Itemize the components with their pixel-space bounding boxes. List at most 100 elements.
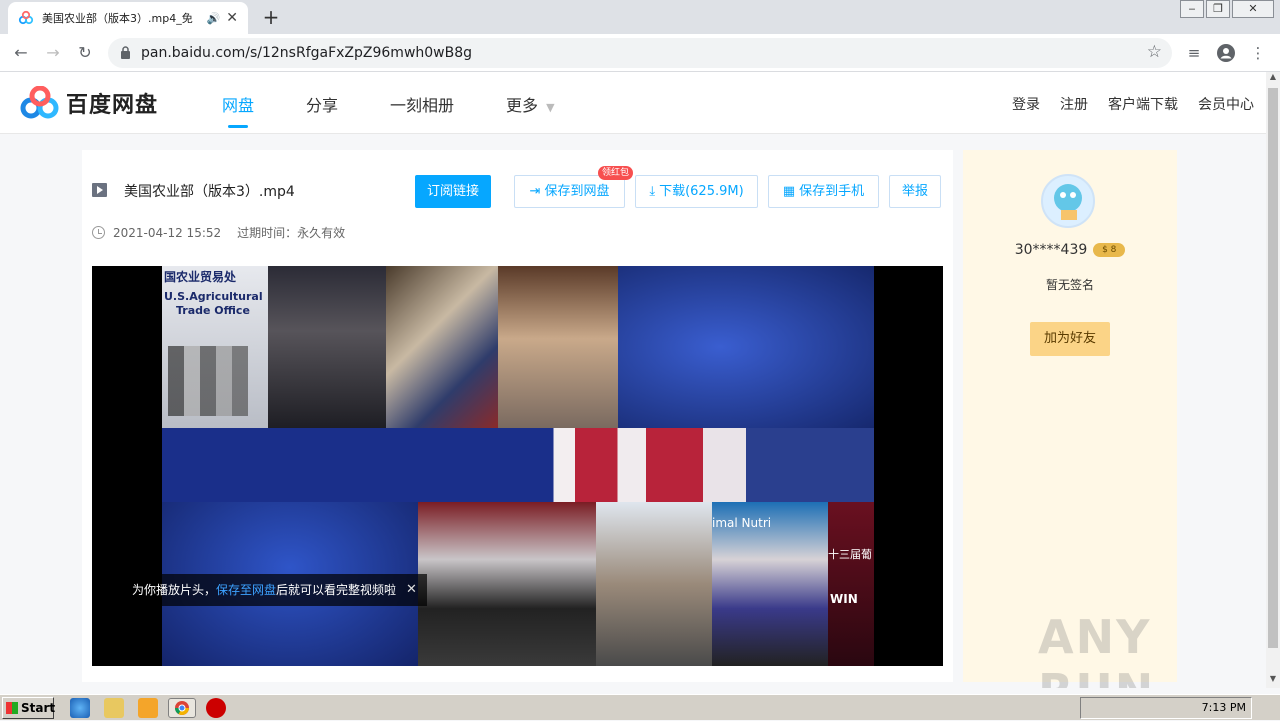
clock-icon	[92, 226, 105, 239]
file-meta: 2021-04-12 15:52 过期时间：永久有效	[92, 224, 345, 241]
overlay-text-2: Trade Office	[176, 304, 250, 317]
report-button[interactable]: 举报	[889, 175, 941, 208]
preview-toast: 为你播放片头， 保存至网盘 后就可以看完整视频啦 ✕	[122, 574, 427, 606]
share-date: 2021-04-12 15:52	[113, 225, 222, 240]
overlay-text-4: 十三届葡	[828, 548, 872, 561]
qr-code-icon: ▦	[782, 184, 796, 199]
tab-close-icon[interactable]: ✕	[226, 10, 238, 26]
nav-item-share[interactable]: 分享	[306, 92, 338, 116]
expiry-text: 过期时间：永久有效	[237, 226, 346, 240]
photo-wine-expo: 十三届葡 WIN	[828, 502, 874, 666]
sharer-name-text: 30****439	[1014, 242, 1088, 258]
subscribe-link-button[interactable]: 订阅链接	[415, 175, 491, 208]
tab-title: 美国农业部（版本3）.mp4_免	[42, 12, 193, 25]
save-to-disk-label: 保存到网盘	[544, 184, 610, 199]
forward-arrow-icon[interactable]: →	[40, 40, 66, 66]
client-download-link[interactable]: 客户端下载	[1108, 94, 1178, 114]
media-control-icon[interactable]: ≡	[1182, 40, 1206, 66]
back-arrow-icon[interactable]: ←	[8, 40, 34, 66]
photo-booth	[596, 502, 712, 666]
url-text: pan.baidu.com/s/12nsRfgaFxZpZ96mwh0wB8g	[141, 45, 473, 61]
download-label: 下载(625.9M)	[659, 184, 744, 199]
security-app-icon[interactable]	[206, 698, 226, 718]
window-close-button[interactable]: ✕	[1232, 0, 1274, 18]
photo-trade-office: 国农业贸易处 U.S.Agricultural Trade Office	[162, 266, 268, 428]
download-button[interactable]: ⤓ 下载(625.9M)	[635, 175, 758, 208]
baidu-pan-logo-icon	[20, 86, 59, 119]
nav-item-more[interactable]: 更多 ▼	[506, 92, 554, 116]
window-controls: ‒ ❐ ✕	[1178, 0, 1274, 18]
scroll-down-icon[interactable]: ▼	[1266, 674, 1280, 688]
add-friend-button[interactable]: 加为好友	[1030, 322, 1110, 356]
tab-strip: 美国农业部（版本3）.mp4_免 🔊 ✕ + ‒ ❐ ✕	[0, 0, 1280, 34]
register-link[interactable]: 注册	[1060, 94, 1088, 114]
video-player[interactable]: 国农业贸易处 U.S.Agricultural Trade Office ima…	[92, 266, 943, 666]
share-file-card: 美国农业部（版本3）.mp4 订阅链接 ⇥ 保存到网盘 领红包 ⤓ 下载(625.9…	[82, 150, 953, 682]
chevron-down-icon: ▼	[546, 101, 555, 114]
photo-group-2	[386, 266, 498, 428]
browser-tab[interactable]: 美国农业部（版本3）.mp4_免 🔊 ✕	[8, 2, 248, 34]
save-to-phone-button[interactable]: ▦ 保存到手机	[768, 175, 879, 208]
toast-close-icon[interactable]: ✕	[406, 574, 417, 606]
toast-save-link[interactable]: 保存至网盘	[216, 574, 276, 606]
avatar[interactable]	[1041, 174, 1095, 228]
sharer-signature: 暂无签名	[1045, 278, 1094, 292]
lock-icon	[121, 46, 130, 59]
login-link[interactable]: 登录	[1012, 94, 1040, 114]
sharer-panel: 30****439 $ 8 暂无签名 加为好友	[963, 150, 1177, 682]
blue-panel-top	[618, 266, 874, 428]
save-to-disk-icon: ⇥	[529, 184, 541, 199]
overlay-text-1: U.S.Agricultural	[164, 290, 263, 303]
logo-text: 百度网盘	[66, 93, 159, 118]
scrollbar-thumb[interactable]	[1268, 88, 1278, 648]
overlay-text-5: WIN	[830, 592, 858, 606]
baidu-pan-favicon-icon	[18, 10, 34, 25]
vertical-scrollbar[interactable]: ▲ ▼	[1266, 72, 1280, 688]
file-name: 美国农业部（版本3）.mp4	[124, 184, 295, 200]
minimize-button[interactable]: ‒	[1180, 0, 1204, 18]
nav-item-netdisk[interactable]: 网盘	[222, 92, 254, 128]
browser-menu-icon[interactable]: ⋮	[1246, 40, 1270, 66]
nav-item-album[interactable]: 一刻相册	[390, 92, 454, 116]
audio-playing-icon[interactable]: 🔊	[207, 12, 221, 25]
photo-group-1	[268, 266, 386, 428]
explorer-folder-icon[interactable]	[104, 698, 124, 718]
site-logo[interactable]: 百度网盘	[20, 86, 158, 120]
ie-icon[interactable]	[70, 698, 90, 718]
photo-team	[418, 502, 596, 666]
red-packet-badge[interactable]: 领红包	[598, 166, 634, 180]
address-bar[interactable]: pan.baidu.com/s/12nsRfgaFxZpZ96mwh0wB8g …	[108, 38, 1172, 68]
top-links: 登录 注册 客户端下载 会员中心	[992, 94, 1254, 114]
windows-taskbar: Start 7:13 PM	[0, 694, 1280, 720]
chrome-icon	[175, 701, 189, 715]
photo-animal-nutrition: imal Nutri	[712, 502, 828, 666]
new-tab-button[interactable]: +	[258, 4, 284, 30]
chrome-taskbar-button[interactable]	[168, 698, 196, 718]
main-nav: 网盘 分享 一刻相册 更多 ▼	[222, 92, 607, 128]
browser-toolbar: ← → ↻ pan.baidu.com/s/12nsRfgaFxZpZ96mwh…	[0, 34, 1280, 72]
member-center-link[interactable]: 会员中心	[1198, 94, 1254, 114]
toast-suffix: 后就可以看完整视频啦	[276, 583, 397, 597]
scroll-up-icon[interactable]: ▲	[1266, 72, 1280, 86]
us-flag-band	[162, 428, 874, 502]
windows-flag-icon	[6, 702, 18, 714]
start-label: Start	[21, 701, 56, 715]
bookmark-star-icon[interactable]: ☆	[1147, 42, 1162, 62]
vip-badge: $ 8	[1093, 243, 1126, 257]
photo-usda-booth	[498, 266, 618, 428]
sharer-name: 30****439 $ 8	[963, 242, 1177, 258]
toast-prefix: 为你播放片头，	[132, 583, 217, 597]
overlay-text-0: 国农业贸易处	[164, 270, 237, 284]
restore-button[interactable]: ❐	[1206, 0, 1230, 18]
video-frame: 国农业贸易处 U.S.Agricultural Trade Office ima…	[162, 266, 874, 666]
reload-icon[interactable]: ↻	[72, 40, 98, 66]
web-page: 百度网盘 网盘 分享 一刻相册 更多 ▼ 登录 注册 客户端下载 会员中心 美国农…	[0, 72, 1266, 688]
save-to-phone-label: 保存到手机	[799, 184, 865, 199]
download-icon: ⤓	[649, 184, 656, 199]
profile-avatar-icon[interactable]	[1214, 40, 1238, 66]
video-file-icon	[92, 183, 107, 197]
site-header: 百度网盘 网盘 分享 一刻相册 更多 ▼ 登录 注册 客户端下载 会员中心	[0, 72, 1266, 134]
taskbar-clock: 7:13 PM	[1201, 701, 1246, 714]
start-button[interactable]: Start	[2, 697, 56, 719]
media-player-icon[interactable]	[138, 698, 158, 718]
